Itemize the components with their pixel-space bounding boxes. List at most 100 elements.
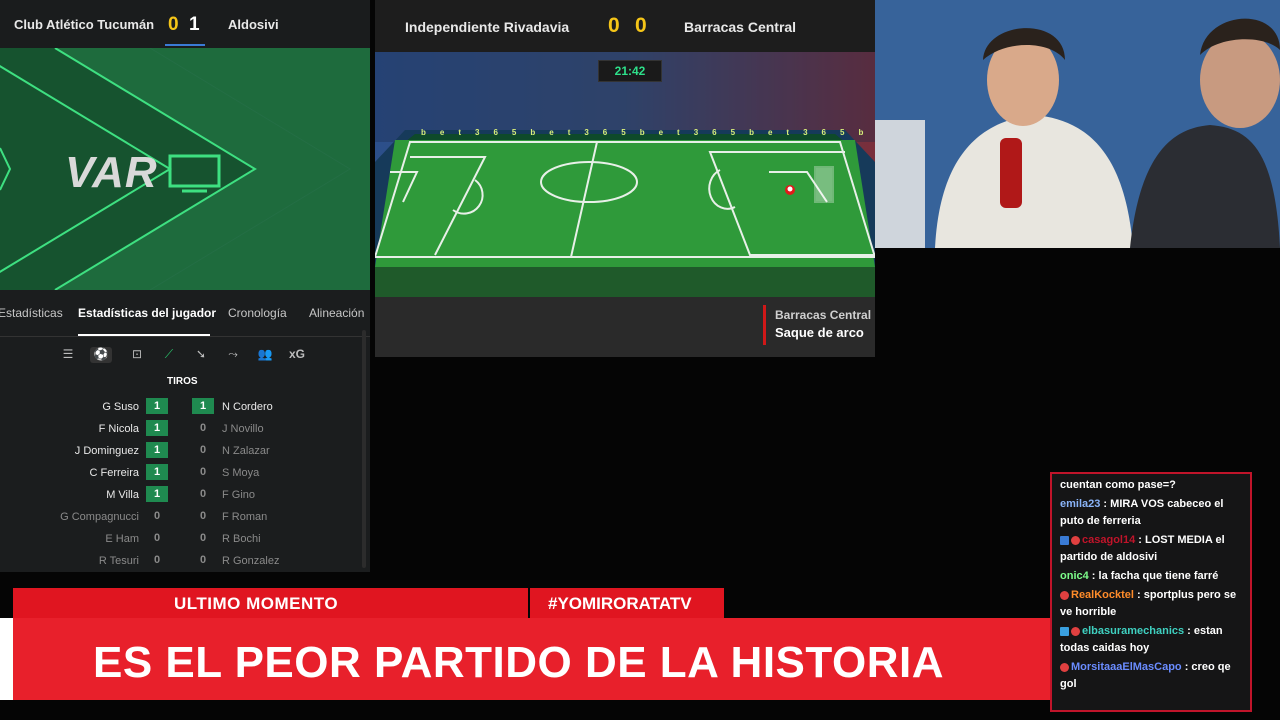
pitch-3d-view: 21:42 bet365bet365bet365bet365bet365: [375, 52, 875, 297]
away-player-value: 0: [199, 510, 207, 522]
chat-messages: cuentan como pase=? emila23 : MIRA VOS ca…: [1052, 474, 1250, 695]
match-event-bar: Barracas Central Saque de arco: [375, 297, 875, 357]
tab-estadisticas[interactable]: Estadísticas: [0, 306, 63, 320]
chat-username[interactable]: emila23: [1060, 498, 1100, 510]
pass-icon[interactable]: ⟋: [158, 347, 180, 363]
player-row: F Nicola 1 0 J Novillo: [0, 419, 370, 441]
player-row: C Ferreira 1 0 S Moya: [0, 463, 370, 485]
away-player-name: F Roman: [222, 511, 268, 523]
score-underline: [165, 44, 205, 46]
lineup-icon[interactable]: 👥: [254, 347, 276, 363]
chat-username[interactable]: onic4: [1060, 570, 1089, 582]
home-player-value: 1: [146, 464, 168, 480]
match-header: Independiente Rivadavia 0 0 Barracas Cen…: [375, 0, 875, 52]
scrollbar[interactable]: [362, 330, 366, 568]
player-row: E Ham 0 0 R Bochi: [0, 529, 370, 551]
tab-cronologia[interactable]: Cronología: [228, 306, 287, 320]
var-label: VAR: [65, 148, 158, 197]
badge-icon: [1060, 662, 1069, 672]
chat-username[interactable]: MorsitaaaElMasCapo: [1071, 661, 1182, 673]
tv-icon: [168, 154, 221, 193]
badge-icon: [1060, 590, 1069, 600]
home-player-value: 0: [153, 510, 161, 522]
scoreboard-left: Club Atlético Tucumán 0 1 Aldosivi: [0, 0, 370, 48]
player-row: G Suso 1 1 N Cordero: [0, 397, 370, 419]
tackle-icon[interactable]: ⤳: [222, 347, 244, 363]
home-player-name: R Tesuri: [98, 555, 139, 567]
badge-icon: [1060, 626, 1069, 636]
streamers-image: [875, 0, 1280, 248]
chat-text: : la facha que tiene farré: [1088, 570, 1219, 582]
shot-icon[interactable]: ⚽: [90, 347, 112, 363]
var-panel: VAR: [0, 48, 370, 290]
away-player-value: 0: [199, 488, 207, 500]
away-player-value: 0: [199, 444, 207, 456]
player-row: M Villa 1 0 F Gino: [0, 485, 370, 507]
chat-message: casagol14 : LOST MEDIA el partido de ald…: [1052, 532, 1250, 568]
home-player-name: F Nicola: [98, 423, 139, 435]
event-team-marker: [763, 305, 766, 345]
match-away-team: Barracas Central: [684, 19, 797, 35]
hashtag-label: #YOMIRORATATV: [548, 594, 692, 613]
away-player-name: R Gonzalez: [222, 555, 280, 567]
badge-icon: [1071, 626, 1080, 636]
player-stats-panel: Estadísticas Estadísticas del jugador Cr…: [0, 290, 370, 572]
chat-message: MorsitaaaElMasCapo : creo qe gol: [1052, 659, 1250, 695]
away-player-value: 0: [199, 554, 207, 566]
home-player-value: 1: [146, 420, 168, 436]
chat-username[interactable]: elbasuramechanics: [1082, 625, 1184, 637]
tab-divider: [0, 336, 370, 337]
player-row: J Dominguez 1 0 N Zalazar: [0, 441, 370, 463]
chat-message: emila23 : MIRA VOS cabeceo el puto de fe…: [1052, 496, 1250, 532]
home-team-name: Club Atlético Tucumán: [14, 17, 155, 32]
event-team: Barracas Central: [775, 308, 872, 322]
home-player-name: J Dominguez: [74, 445, 139, 457]
chat-message: cuentan como pase=?: [1052, 477, 1250, 496]
pitch-graphic: [375, 52, 875, 297]
chat-message: elbasuramechanics : estan todas caidas h…: [1052, 623, 1250, 659]
away-team-name: Aldosivi: [228, 17, 279, 32]
player-row: G Compagnucci 0 0 F Roman: [0, 507, 370, 529]
match-home-team: Independiente Rivadavia: [405, 19, 570, 35]
chat-message: onic4 : la facha que tiene farré: [1052, 568, 1250, 587]
tab-player-stats[interactable]: Estadísticas del jugador: [78, 306, 216, 320]
player-row: R Tesuri 0 0 R Gonzalez: [0, 551, 370, 573]
tab-alineacion[interactable]: Alineación: [309, 306, 364, 320]
breaking-news-label: ULTIMO MOMENTO: [174, 594, 339, 613]
webcam-feed: [875, 0, 1280, 248]
chat-text: cuentan como pase=?: [1060, 479, 1176, 491]
away-player-name: N Cordero: [222, 401, 273, 413]
list-icon[interactable]: ☰: [57, 347, 79, 363]
away-player-value: 1: [192, 398, 214, 414]
chat-username[interactable]: casagol14: [1082, 534, 1135, 546]
badge-icon: [1060, 535, 1069, 545]
away-player-name: N Zalazar: [222, 445, 270, 457]
home-player-name: M Villa: [106, 489, 139, 501]
chat-message: RealKocktel : sportplus pero se ve horri…: [1052, 587, 1250, 623]
match-clock: 21:42: [598, 60, 662, 82]
home-player-value: 1: [146, 486, 168, 502]
home-player-value: 1: [146, 442, 168, 458]
away-player-value: 0: [199, 422, 207, 434]
banner-edge: [0, 618, 13, 700]
away-player-value: 0: [199, 466, 207, 478]
chat-username[interactable]: RealKocktel: [1071, 589, 1134, 601]
event-description: Saque de arco: [775, 325, 864, 340]
home-player-name: G Compagnucci: [60, 511, 139, 523]
away-player-name: J Novillo: [222, 423, 264, 435]
match-away-score: 0: [635, 14, 647, 37]
home-player-value: 0: [153, 532, 161, 544]
home-player-name: C Ferreira: [89, 467, 139, 479]
home-score: 0: [168, 14, 179, 35]
sponsor-board: bet365bet365bet365bet365bet365: [421, 128, 875, 137]
home-player-name: G Suso: [102, 401, 139, 413]
home-player-value: 0: [153, 554, 161, 566]
away-score: 1: [189, 14, 200, 35]
goal-frame-icon[interactable]: ⊡: [126, 347, 148, 363]
dribble-icon[interactable]: ➘: [190, 347, 212, 363]
badge-icon: [1071, 535, 1080, 545]
home-player-name: E Ham: [105, 533, 139, 545]
xg-button[interactable]: xG: [286, 347, 308, 363]
section-title: TIROS: [167, 376, 198, 387]
away-player-name: R Bochi: [222, 533, 261, 545]
